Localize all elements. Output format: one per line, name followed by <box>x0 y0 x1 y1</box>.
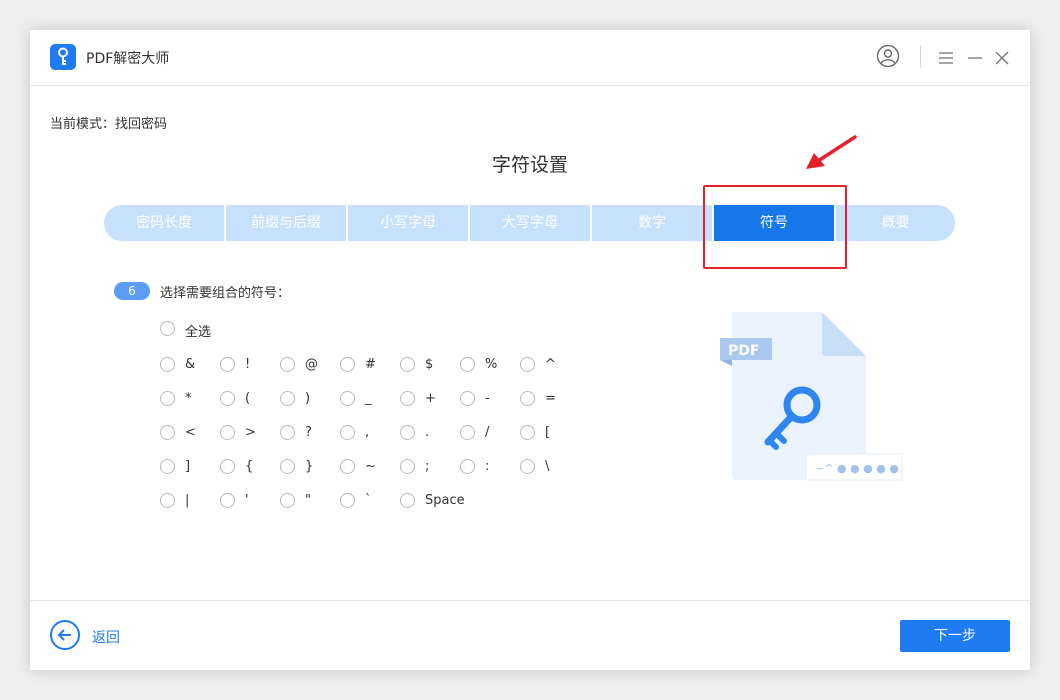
select-all-radio[interactable] <box>160 321 175 336</box>
symbol-label: # <box>365 357 376 372</box>
doc-label: PDF <box>728 343 759 359</box>
symbol-radio[interactable] <box>340 425 355 440</box>
footer-divider <box>30 600 1030 601</box>
symbol-radio[interactable] <box>460 357 475 372</box>
symbol-label: @ <box>305 357 318 372</box>
back-button[interactable]: 返回 <box>92 627 120 647</box>
page-title: 字符设置 <box>491 154 568 176</box>
symbol-label: * <box>185 391 192 406</box>
symbol-label: ` <box>365 493 372 508</box>
symbol-radio[interactable] <box>280 391 295 406</box>
symbol-label: ( <box>245 391 251 406</box>
symbol-radio[interactable] <box>400 459 415 474</box>
symbol-radio[interactable] <box>460 391 475 406</box>
symbol-label: ? <box>305 425 312 440</box>
symbol-radio[interactable] <box>280 425 295 440</box>
symbol-radio[interactable] <box>220 425 235 440</box>
symbol-label: | <box>185 493 190 508</box>
symbol-prompt: 选择需要组合的符号： <box>160 286 291 301</box>
next-button[interactable]: 下一步 <box>900 620 1010 652</box>
title-divider <box>920 46 921 68</box>
symbol-label: ] <box>185 459 191 474</box>
symbol-radio[interactable] <box>460 425 475 440</box>
symbol-label: / <box>485 425 490 440</box>
symbol-radio[interactable] <box>160 357 175 372</box>
symbol-label: ' <box>245 493 249 508</box>
symbol-label: } <box>305 459 314 474</box>
step-digits[interactable]: 数字 <box>592 205 714 241</box>
back-arrow-icon[interactable] <box>50 620 80 650</box>
symbol-radio[interactable] <box>340 493 355 508</box>
symbol-radio[interactable] <box>400 391 415 406</box>
symbol-label: " <box>305 493 311 508</box>
symbol-radio[interactable] <box>280 493 295 508</box>
symbol-radio[interactable] <box>280 459 295 474</box>
step-lowercase[interactable]: 小写字母 <box>348 205 470 241</box>
symbol-radio[interactable] <box>220 459 235 474</box>
symbol-label: ^ <box>545 357 556 372</box>
password-hint: ~^ ● ● ● ● ● <box>815 462 899 475</box>
symbol-label: ~ <box>365 459 376 474</box>
symbol-radio[interactable] <box>340 357 355 372</box>
step-uppercase[interactable]: 大写字母 <box>470 205 592 241</box>
step-password-length[interactable]: 密码长度 <box>104 205 226 241</box>
annotation-arrow <box>800 134 860 178</box>
app-title: PDF解密大师 <box>86 51 170 67</box>
app-window: PDF解密大师 当前模式：找回密码 字符设置 密码长度 前缀与后缀 小写字母 大… <box>30 30 1030 670</box>
symbol-label: ) <box>305 391 311 406</box>
symbol-radio[interactable] <box>520 391 535 406</box>
symbol-label: . <box>425 425 430 440</box>
symbol-radio[interactable] <box>520 425 535 440</box>
symbol-radio[interactable] <box>520 357 535 372</box>
symbol-label: : <box>485 459 490 474</box>
symbol-label: ! <box>245 357 251 372</box>
symbol-radio[interactable] <box>220 493 235 508</box>
symbol-radio[interactable] <box>520 459 535 474</box>
symbol-radio[interactable] <box>340 391 355 406</box>
step-prefix-suffix[interactable]: 前缀与后缀 <box>226 205 348 241</box>
symbol-label: & <box>185 357 196 372</box>
symbol-label: ; <box>425 459 430 474</box>
symbol-label: % <box>485 357 498 372</box>
symbol-label: + <box>425 391 436 406</box>
current-mode-label: 当前模式：找回密码 <box>50 117 168 132</box>
symbol-radio[interactable] <box>280 357 295 372</box>
close-icon[interactable] <box>995 50 1009 69</box>
symbol-radio[interactable] <box>160 391 175 406</box>
symbol-label: [ <box>545 425 551 440</box>
symbol-label: - <box>485 391 490 406</box>
symbol-radio[interactable] <box>160 459 175 474</box>
symbol-label: $ <box>425 357 434 372</box>
symbol-radio[interactable] <box>160 425 175 440</box>
step-number-badge: 6 <box>114 282 150 300</box>
symbol-radio[interactable] <box>160 493 175 508</box>
highlight-box <box>703 185 847 269</box>
symbol-radio[interactable] <box>340 459 355 474</box>
symbol-label: { <box>245 459 254 474</box>
pdf-key-illustration: PDF ~^ ● ● ● ● ● <box>718 308 908 487</box>
symbol-radio[interactable] <box>220 357 235 372</box>
app-key-icon <box>50 44 76 70</box>
symbol-radio[interactable] <box>220 391 235 406</box>
symbol-radio[interactable] <box>460 459 475 474</box>
title-bar: PDF解密大师 <box>30 30 1030 86</box>
symbol-label: Space <box>425 493 465 508</box>
symbol-label: \ <box>545 459 550 474</box>
user-account-icon[interactable] <box>876 44 900 72</box>
symbol-label: , <box>365 425 370 440</box>
symbol-radio[interactable] <box>400 493 415 508</box>
step-summary[interactable]: 概要 <box>836 205 955 241</box>
symbol-radio[interactable] <box>400 357 415 372</box>
symbol-radio[interactable] <box>400 425 415 440</box>
symbol-label: < <box>185 425 196 440</box>
minimize-icon[interactable] <box>967 50 983 69</box>
symbol-label: = <box>545 391 556 406</box>
symbol-label: > <box>245 425 256 440</box>
menu-icon[interactable] <box>938 50 954 69</box>
select-all-label: 全选 <box>185 325 212 340</box>
symbol-label: _ <box>365 391 372 406</box>
